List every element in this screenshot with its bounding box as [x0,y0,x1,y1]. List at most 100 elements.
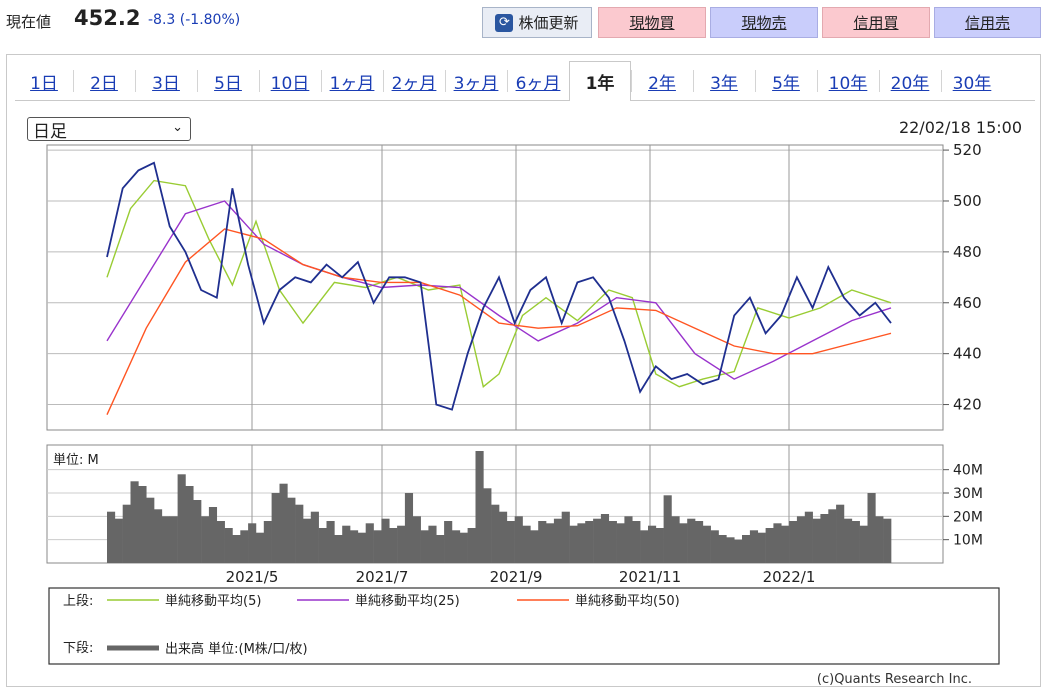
volume-bar [224,528,233,563]
volume-bar [154,509,163,563]
update-price-button[interactable]: ⟳ 株価更新 [482,7,592,38]
main-plot-frame [46,144,944,431]
volume-bar [773,523,782,563]
volume-bar [804,511,813,563]
volume-bar [248,523,257,563]
spot-sell-button[interactable]: 現物売 [710,7,818,38]
volume-bar [765,528,774,563]
y-tick-label: 420 [953,396,982,414]
update-price-label: 株価更新 [518,14,579,32]
volume-bar [600,514,610,563]
volume-bar [585,521,594,563]
volume-bar [475,451,484,563]
volume-bar [467,528,476,563]
volume-bar [318,528,327,563]
margin-sell-button[interactable]: 信用売 [934,7,1041,38]
legend-item-label: 単純移動平均(50) [575,593,680,609]
volume-bar [781,525,790,563]
volume-bar [216,521,225,563]
volume-bar [365,523,374,563]
volume-bar [452,530,461,563]
volume-bar [679,523,688,563]
tab-9[interactable]: 1年 [569,61,631,101]
volume-bar [130,481,139,563]
volume-bar [303,518,312,563]
volume-bar [193,500,202,563]
volume-unit-label: 単位: M [53,452,99,468]
volume-bar [687,518,696,563]
volume-bar [499,511,508,563]
volume-bar [326,521,335,563]
legend-item-label: 単純移動平均(25) [355,593,460,609]
volume-bar [177,474,186,563]
volume-bar [420,530,429,563]
volume-bar [514,516,523,563]
volume-bar [522,525,531,563]
volume-bar [412,516,421,563]
current-price-value: 452.2 [74,6,141,30]
volume-bar [632,521,641,563]
volume-bar [640,530,649,563]
volume-bar [506,521,515,563]
volume-tick-label: 30M [953,486,983,502]
volume-bar [404,493,414,563]
volume-bar [789,521,798,563]
volume-bar [208,507,218,563]
volume-bar [867,493,876,563]
volume-bar [107,511,116,563]
spot-buy-button[interactable]: 現物買 [598,7,706,38]
refresh-icon: ⟳ [495,13,514,32]
volume-bar [436,535,445,563]
y-tick-label: 480 [953,243,982,261]
y-tick-label: 440 [953,345,982,363]
legend-lower-label: 下段: [63,641,93,656]
y-tick-label: 460 [953,294,982,312]
volume-bar [883,518,892,563]
volume-bar [577,523,586,563]
volume-bar [122,504,131,563]
volume-bar [553,518,563,563]
volume-bar [812,518,821,563]
volume-bar [749,530,759,563]
current-price-label: 現在値 [6,13,52,31]
volume-bar [389,528,398,563]
volume-bar [444,521,453,563]
volume-bar [201,516,210,563]
volume-bar [561,511,570,563]
volume-bar [671,516,680,563]
volume-bar [648,525,657,563]
volume-bar [710,530,719,563]
volume-bar [114,518,123,563]
volume-bar [295,504,304,563]
volume-bar [836,504,845,563]
volume-bar [655,528,664,563]
volume-bar [287,497,296,563]
volume-bar [663,495,672,563]
volume-bar [828,509,837,563]
legend-item-label: 単純移動平均(5) [165,593,261,609]
y-tick-label: 520 [953,141,982,159]
volume-bar [373,530,382,563]
margin-buy-button[interactable]: 信用買 [822,7,930,38]
volume-bar [263,521,272,563]
volume-bar [169,516,178,563]
y-tick-label: 500 [953,192,982,210]
volume-bar [342,525,351,563]
x-tick-label: 2021/7 [356,568,409,586]
volume-bar [232,535,241,563]
volume-bar [608,521,617,563]
volume-bar [279,483,288,563]
volume-bar [350,530,359,563]
volume-bar [146,497,155,563]
volume-bar [161,516,171,563]
volume-bar [357,532,367,563]
x-tick-label: 2021/11 [619,568,681,586]
volume-tick-label: 10M [953,533,983,549]
x-tick-label: 2021/9 [490,568,543,586]
volume-tick-label: 20M [953,509,983,525]
volume-bar [875,516,884,563]
volume-bar [310,511,319,563]
volume-bar [491,504,500,563]
volume-bar [530,530,539,563]
volume-bar [616,523,625,563]
